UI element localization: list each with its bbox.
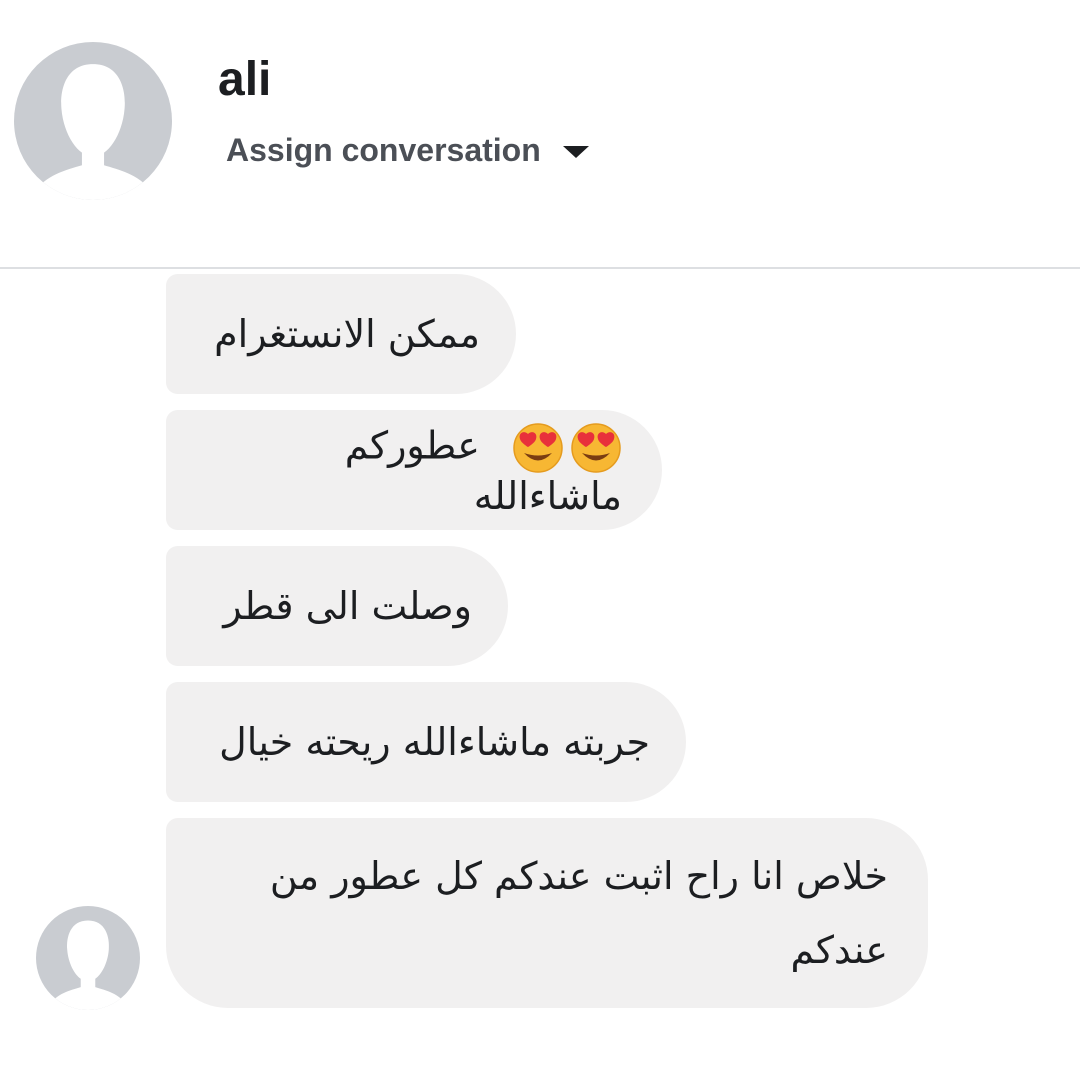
- header-divider: [0, 267, 1080, 269]
- message-bubble[interactable]: ممكن الانستغرام: [166, 274, 516, 394]
- message-bubble[interactable]: خلاص انا راح اثبت عندكم كل عطور من عندكم: [166, 818, 928, 1008]
- message-bubble[interactable]: جربته ماشاءالله ريحته خيال: [166, 682, 686, 802]
- default-profile-icon: [48, 920, 128, 1010]
- emoji-group: [506, 422, 622, 474]
- caret-down-icon: [562, 146, 589, 158]
- heart-eyes-icon: [571, 423, 621, 473]
- message-bubble[interactable]: وصلت الى قطر: [166, 546, 508, 666]
- message-text: خلاص انا راح اثبت عندكم كل عطور من عندكم: [269, 854, 888, 972]
- message-text: وصلت الى قطر: [223, 584, 472, 628]
- message-text-row: عطوركم ماشاءالله: [202, 422, 622, 518]
- sender-avatar[interactable]: [36, 906, 140, 1010]
- assign-conversation-dropdown[interactable]: Assign conversation: [226, 128, 589, 172]
- message-text: ممكن الانستغرام: [214, 312, 480, 356]
- assign-conversation-label: Assign conversation: [226, 132, 541, 168]
- contact-name[interactable]: ali: [218, 50, 271, 110]
- contact-avatar[interactable]: [14, 42, 172, 200]
- message-bubble[interactable]: عطوركم ماشاءالله: [166, 410, 662, 530]
- message-text: جربته ماشاءالله ريحته خيال: [219, 720, 650, 764]
- default-profile-icon: [32, 64, 154, 200]
- heart-eyes-icon: [513, 423, 563, 473]
